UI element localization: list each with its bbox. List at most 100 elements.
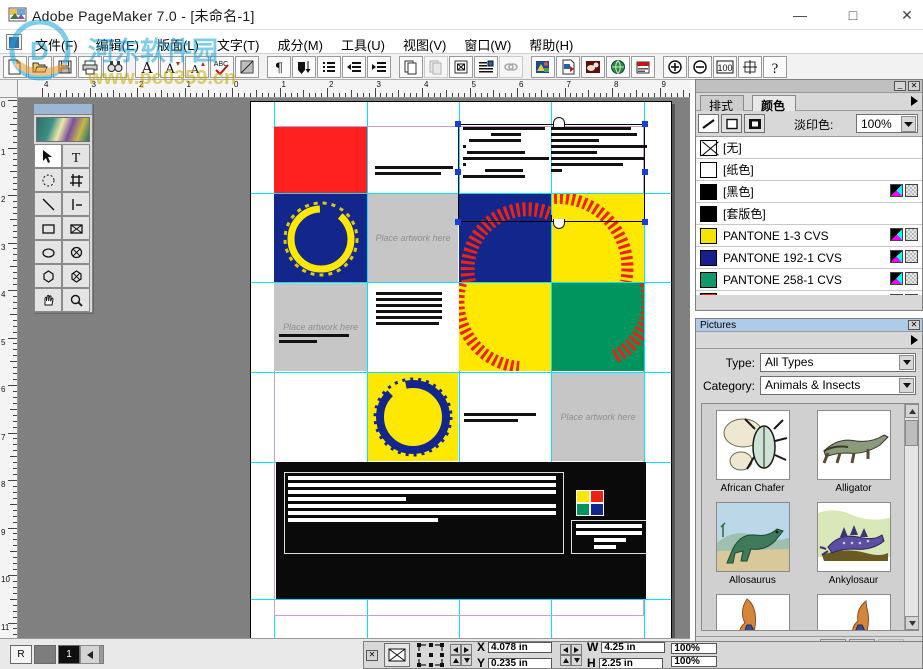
artwork-placeholder[interactable]: Place artwork here (274, 283, 367, 371)
color-row-paper[interactable]: [纸色] (696, 159, 922, 181)
tab-styles[interactable]: 排式 (700, 95, 744, 111)
crop-tool[interactable] (62, 168, 90, 192)
control-palette[interactable]: ✕ (363, 641, 923, 669)
new-document-button[interactable] (3, 56, 27, 78)
font-size-large-button[interactable]: A (135, 56, 159, 78)
pictures-palette[interactable]: Pictures ✕ Type: All Types Category: Ani… (695, 318, 923, 663)
picture-item[interactable]: Ankylosaur (803, 496, 904, 588)
colors-palette-close-button[interactable]: ✕ (908, 81, 920, 91)
yellow-red-arc-artwork[interactable] (459, 283, 551, 371)
pictures-thumbnail-grid[interactable]: African Chafer Alligator (701, 403, 919, 631)
photo-effects-button[interactable] (581, 56, 605, 78)
zoom-out-button[interactable] (688, 56, 712, 78)
save-document-button[interactable] (53, 56, 77, 78)
picture-item[interactable] (803, 588, 904, 631)
scroll-left-button[interactable] (80, 645, 100, 664)
h-nudge-up-button[interactable] (560, 655, 571, 666)
x-nudge-left-button[interactable] (450, 644, 461, 655)
image-palette-button[interactable] (531, 56, 555, 78)
tab-colors[interactable]: 颜色 (752, 95, 796, 111)
h-value-field[interactable]: 2.25 in (599, 658, 663, 669)
rotate-tool[interactable] (34, 168, 62, 192)
text-wrap-graphic-button[interactable] (474, 56, 498, 78)
fill-color-button[interactable] (721, 114, 742, 133)
scroll-down-button[interactable] (905, 616, 919, 630)
greeked-text-block[interactable] (464, 413, 536, 425)
tint-value-field[interactable]: 100% (856, 114, 918, 133)
menu-help[interactable]: 帮助(H) (520, 33, 582, 56)
bulleted-list-button[interactable] (317, 56, 341, 78)
picture-item[interactable]: Alligator (803, 404, 904, 496)
picture-item[interactable]: Allosaurus (702, 496, 803, 588)
x-nudge-right-button[interactable] (461, 644, 472, 655)
selection-handle[interactable] (455, 219, 461, 225)
toolbox-palette[interactable]: T (33, 103, 93, 313)
selection-handle[interactable] (642, 219, 648, 225)
menu-utilities[interactable]: 工具(U) (332, 33, 394, 56)
menu-file[interactable]: 文件(F) (26, 33, 87, 56)
palette-menu-arrow-icon[interactable] (911, 96, 918, 106)
place-button[interactable] (449, 56, 473, 78)
menu-type[interactable]: 文字(T) (208, 33, 269, 56)
ellipse-tool[interactable] (34, 240, 62, 264)
hand-tool[interactable] (34, 288, 62, 312)
window-close-button[interactable]: ✕ (884, 0, 923, 30)
color-row-black[interactable]: [黑色] (696, 181, 922, 203)
picture-item[interactable] (702, 588, 803, 631)
chevron-down-icon[interactable] (899, 355, 914, 370)
text-flow-handle-top[interactable] (553, 117, 565, 127)
polygon-tool[interactable] (34, 264, 62, 288)
picture-thumbnail[interactable] (817, 410, 891, 480)
selection-handle[interactable] (642, 169, 648, 175)
w-nudge-right-button[interactable] (571, 644, 582, 655)
menu-window[interactable]: 窗口(W) (455, 33, 520, 56)
w-value-field[interactable]: 4.25 in (601, 642, 665, 653)
export-pdf-button[interactable] (631, 56, 655, 78)
picture-thumbnail[interactable] (716, 502, 790, 572)
text-wrap-button[interactable] (292, 56, 316, 78)
indent-increase-button[interactable] (367, 56, 391, 78)
vertical-ruler[interactable]: 01234567891011 (0, 98, 18, 638)
artwork-placeholder[interactable]: Place artwork here (552, 373, 644, 461)
spelling-button[interactable]: ABC (210, 56, 234, 78)
pictures-scrollbar[interactable] (904, 404, 918, 630)
menu-layout[interactable]: 版面(L) (148, 33, 208, 56)
menu-edit[interactable]: 编辑(E) (87, 33, 148, 56)
page-icon-1[interactable]: 1 (58, 645, 80, 664)
w-nudge-left-button[interactable] (560, 644, 571, 655)
y-value-field[interactable]: 0.235 in (488, 658, 552, 669)
y-nudge-up-button[interactable] (450, 655, 461, 666)
window-maximize-button[interactable]: □ (830, 0, 876, 30)
height-percent-field[interactable]: 100% (671, 656, 717, 667)
ellipse-frame-tool[interactable] (62, 240, 90, 264)
fill-and-stroke-button[interactable] (744, 114, 765, 133)
colors-palette[interactable]: _ ✕ 排式 颜色 淡印色: 100% (695, 79, 923, 311)
picture-thumbnail[interactable] (817, 594, 891, 631)
width-percent-field[interactable]: 100% (671, 643, 717, 654)
green-red-arc-artwork[interactable] (552, 283, 644, 371)
color-row-registration[interactable]: [套版色] (696, 203, 922, 225)
colors-palette-minimize-button[interactable]: _ (894, 81, 906, 91)
selection-handle[interactable] (642, 121, 648, 127)
pointer-tool[interactable] (34, 144, 62, 168)
color-row-pantone-192-1[interactable]: PANTONE 192-1 CVS (696, 247, 922, 269)
color-row-pantone-1-3[interactable]: PANTONE 1-3 CVS (696, 225, 922, 247)
h-nudge-down-button[interactable] (571, 655, 582, 666)
selection-handle[interactable] (455, 121, 461, 127)
chevron-down-icon[interactable] (901, 116, 916, 132)
copy-button[interactable] (399, 56, 423, 78)
zoom-tool[interactable] (62, 288, 90, 312)
red-color-block[interactable] (274, 127, 367, 193)
menu-element[interactable]: 成分(M) (268, 33, 332, 56)
color-row-pantone-258-1[interactable]: PANTONE 258-1 CVS (696, 269, 922, 291)
constrained-line-tool[interactable] (62, 192, 90, 216)
control-palette-close-button[interactable]: ✕ (366, 650, 378, 661)
ruler-guide-h[interactable] (251, 599, 671, 600)
x-value-field[interactable]: 4.078 in (488, 642, 552, 653)
picture-thumbnail[interactable] (716, 594, 790, 631)
category-select[interactable]: Animals & Insects (760, 376, 916, 395)
publish-html-button[interactable] (606, 56, 630, 78)
fit-in-window-button[interactable] (738, 56, 762, 78)
black-banner-block[interactable] (276, 462, 646, 599)
blue-ring-artwork[interactable] (274, 194, 367, 282)
